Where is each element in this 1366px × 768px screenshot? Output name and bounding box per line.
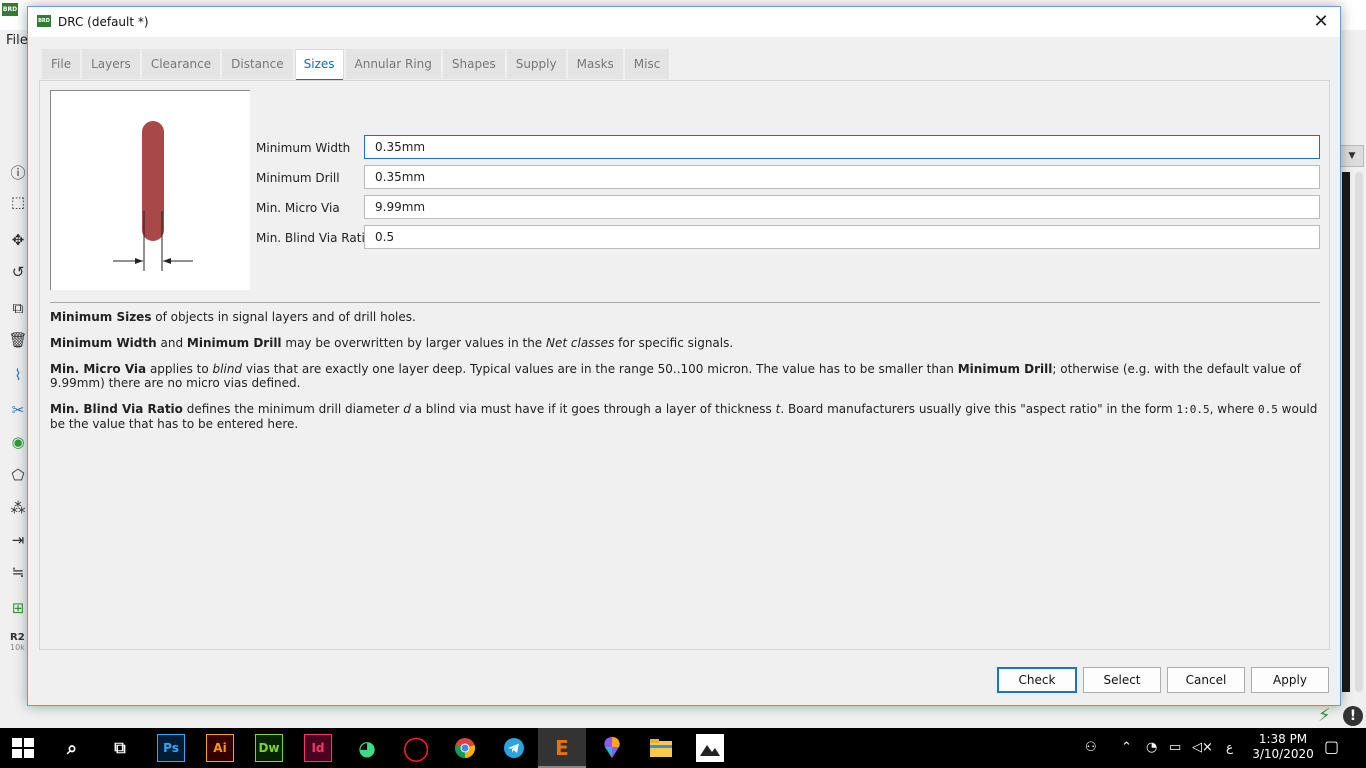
paint3d-icon[interactable] [598, 734, 626, 762]
field-row-min-blind-via-ratio: Min. Blind Via Ratio [256, 223, 1322, 253]
close-icon[interactable]: ✕ [1310, 11, 1332, 33]
group-select-icon[interactable]: ⬚ [8, 192, 28, 212]
search-icon[interactable]: ⌕ [58, 734, 86, 762]
move-icon[interactable]: ✥ [8, 230, 28, 250]
help-paragraph-3: Min. Micro Via applies to blind vias tha… [50, 362, 1301, 390]
volume-icon[interactable]: ◁× [1192, 740, 1213, 755]
tab-masks[interactable]: Masks [567, 49, 623, 79]
tab-file[interactable]: File [42, 49, 81, 79]
sizes-panel: Minimum Width Minimum Drill Min. Micro V… [39, 80, 1330, 650]
photoshop-icon[interactable]: Ps [157, 734, 185, 762]
min-micro-via-input[interactable] [364, 195, 1320, 219]
windows-start-icon[interactable] [12, 738, 34, 758]
cancel-button[interactable]: Cancel [1167, 667, 1245, 693]
dialog-title: DRC (default *) [58, 15, 149, 29]
app-logo-icon: BRD [2, 3, 18, 16]
minimum-drill-label: Minimum Drill [256, 171, 340, 185]
tab-distance[interactable]: Distance [222, 49, 293, 79]
chrome-icon[interactable] [451, 734, 479, 762]
task-view-icon[interactable]: ⧉ [106, 734, 134, 762]
tab-shapes[interactable]: Shapes [442, 49, 505, 79]
size-preview-image [50, 90, 250, 290]
polygon-icon[interactable]: ⬠ [8, 465, 28, 485]
clock-date: 3/10/2020 [1252, 747, 1314, 761]
opera-icon[interactable]: ◯ [402, 734, 430, 762]
field-row-min-micro-via: Min. Micro Via [256, 193, 1322, 223]
wifi-icon[interactable]: ◔ [1146, 740, 1157, 755]
route-icon[interactable]: ⌇ [8, 365, 28, 385]
photos-icon[interactable] [696, 734, 724, 762]
net-arrow-icon[interactable]: ⇥ [8, 530, 28, 550]
add-part-icon[interactable]: ⊞ [8, 598, 28, 618]
indesign-icon[interactable]: Id [304, 734, 332, 762]
select-button[interactable]: Select [1083, 667, 1161, 693]
warning-icon[interactable]: ! [1343, 706, 1363, 726]
clock[interactable]: 1:38 PM 3/10/2020 [1250, 732, 1316, 762]
right-dropdown[interactable]: ▼ [1340, 145, 1364, 167]
part-ref-label: R2 10k [10, 632, 25, 653]
android-studio-icon[interactable]: ◕ [353, 734, 381, 762]
help-paragraph-1: Minimum Sizes of objects in signal layer… [50, 310, 416, 324]
notifications-icon[interactable]: ▢ [1324, 737, 1339, 756]
people-icon[interactable]: ⚇ [1085, 740, 1097, 755]
separator [50, 302, 1320, 303]
arrow-left-head [135, 258, 143, 264]
taskbar: ⌕ ⧉ Ps Ai Dw Id ◕ ◯ E ⚇ ⌃ ◔ ▭ ◁× ع 1:38 … [0, 728, 1366, 768]
dialog-app-icon: BRD [37, 15, 51, 27]
copy-icon[interactable]: ⧉ [8, 298, 28, 318]
clock-time: 1:38 PM [1258, 732, 1308, 746]
tab-supply[interactable]: Supply [506, 49, 566, 79]
right-dark-panel [1342, 172, 1350, 692]
illustrator-icon[interactable]: Ai [206, 734, 234, 762]
lightning-icon[interactable]: ⚡ [1318, 705, 1331, 726]
field-row-minimum-drill: Minimum Drill [256, 163, 1322, 193]
min-blind-via-ratio-label: Min. Blind Via Ratio [256, 231, 373, 245]
trace-shape [142, 121, 164, 241]
help-paragraph-2: Minimum Width and Minimum Drill may be o… [50, 336, 734, 350]
apply-button[interactable]: Apply [1251, 667, 1329, 693]
via-icon[interactable]: ◉ [8, 432, 28, 452]
help-paragraph-4: Min. Blind Via Ratio defines the minimum… [50, 402, 1318, 431]
delete-icon[interactable]: 🗑 [8, 330, 28, 350]
tab-annular-ring[interactable]: Annular Ring [345, 49, 441, 79]
drc-dialog: BRD DRC (default *) ✕ File Layers Cleara… [27, 6, 1341, 706]
arrow-right-head [163, 258, 171, 264]
meander-icon[interactable]: ≒ [8, 562, 28, 582]
eagle-icon[interactable]: E [548, 734, 576, 762]
tab-clearance[interactable]: Clearance [141, 49, 221, 79]
tab-bar: File Layers Clearance Distance Sizes Ann… [42, 49, 670, 81]
dialog-titlebar[interactable]: BRD DRC (default *) ✕ [28, 7, 1340, 37]
dreamweaver-icon[interactable]: Dw [255, 734, 283, 762]
menu-file[interactable]: File [6, 33, 28, 48]
minimum-width-label: Minimum Width [256, 141, 351, 155]
minimum-drill-input[interactable] [364, 165, 1320, 189]
trace-width-diagram [113, 121, 193, 271]
tab-misc[interactable]: Misc [624, 49, 670, 79]
signal-icon[interactable]: ⁂ [8, 498, 28, 518]
language-indicator[interactable]: ع [1226, 740, 1233, 754]
field-row-minimum-width: Minimum Width [256, 133, 1322, 163]
help-text: Minimum Sizes of objects in signal layer… [50, 310, 1320, 443]
min-blind-via-ratio-input[interactable] [364, 225, 1320, 249]
file-explorer-icon[interactable] [647, 734, 675, 762]
telegram-icon[interactable] [500, 734, 528, 762]
minimum-width-input[interactable] [364, 135, 1320, 159]
tab-sizes[interactable]: Sizes [294, 49, 344, 81]
ripup-icon[interactable]: ✂ [8, 400, 28, 420]
battery-icon[interactable]: ▭ [1169, 740, 1181, 755]
rotate-icon[interactable]: ↺ [8, 262, 28, 282]
size-fields: Minimum Width Minimum Drill Min. Micro V… [256, 133, 1322, 253]
min-micro-via-label: Min. Micro Via [256, 201, 340, 215]
tab-layers[interactable]: Layers [82, 49, 140, 79]
check-button[interactable]: Check [997, 667, 1077, 693]
chevron-up-icon[interactable]: ⌃ [1121, 740, 1132, 755]
info-icon[interactable]: ⓘ [8, 162, 28, 182]
right-scrollbar[interactable] [1355, 172, 1363, 692]
